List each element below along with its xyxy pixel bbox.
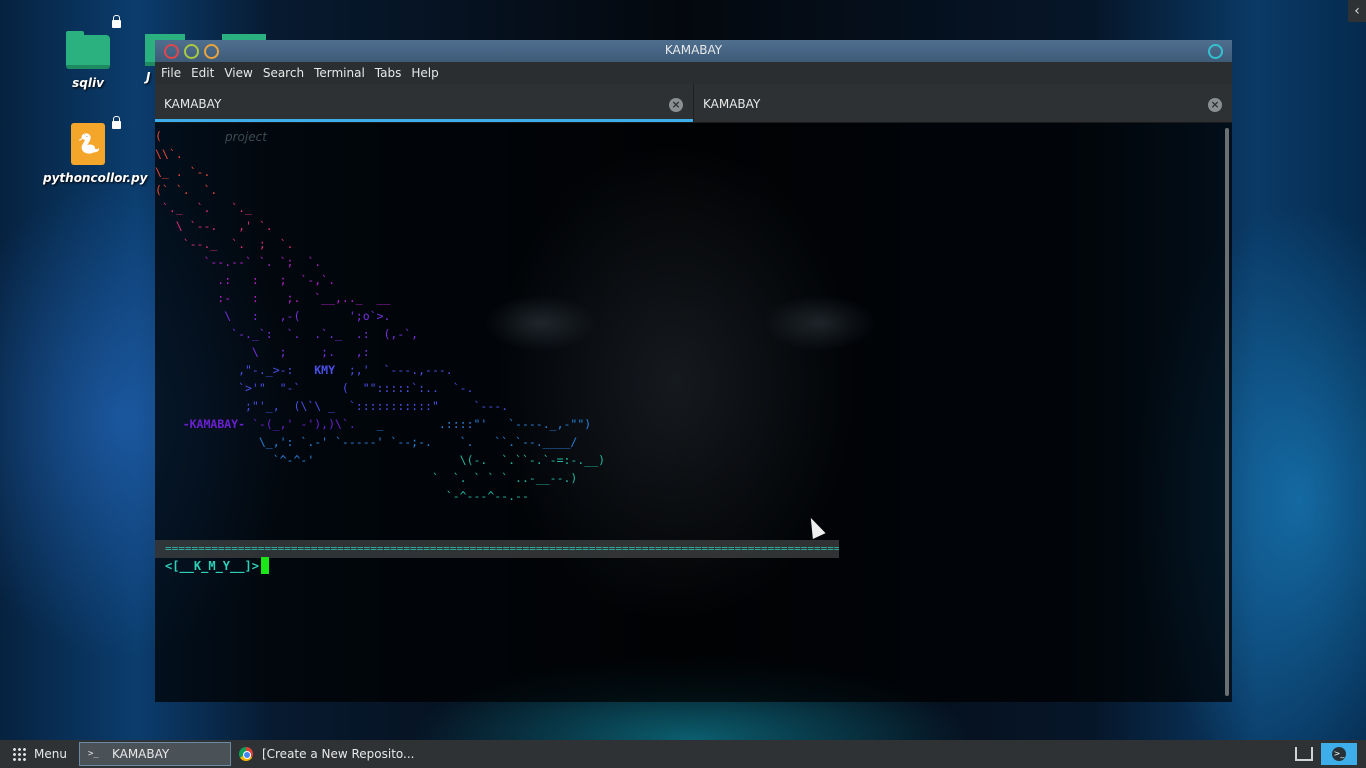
menu-view[interactable]: View bbox=[224, 66, 252, 80]
desktop-icon-pythoncollor[interactable]: pythoncollor.py bbox=[43, 116, 148, 185]
network-icon[interactable] bbox=[1295, 747, 1313, 761]
tab-label: KAMABAY bbox=[164, 97, 222, 111]
terminal-tray-icon: >_ bbox=[1332, 747, 1346, 761]
menu-tabs[interactable]: Tabs bbox=[375, 66, 402, 80]
folder-icon bbox=[66, 31, 110, 69]
tab-bar: KAMABAY × KAMABAY × bbox=[155, 84, 1232, 123]
title-bar[interactable]: KAMABAY bbox=[155, 40, 1232, 62]
shell-prompt[interactable]: <[__K_M_Y__]> bbox=[165, 557, 269, 575]
chevron-left-icon[interactable]: ‹ bbox=[1348, 0, 1366, 22]
tab-kamabay-1[interactable]: KAMABAY × bbox=[155, 84, 693, 122]
ascii-art: ( \\`. \_ . `-. (` `. `. `._ `. `._ \ `-… bbox=[155, 129, 606, 503]
taskbar-item-browser[interactable]: [Create a New Reposito... bbox=[231, 742, 423, 766]
art-label-kmy: KMY bbox=[314, 363, 336, 377]
text-cursor bbox=[260, 557, 269, 574]
menu-terminal[interactable]: Terminal bbox=[314, 66, 365, 80]
lock-icon bbox=[112, 116, 121, 129]
terminal-icon: >_ bbox=[87, 748, 99, 759]
close-icon[interactable]: × bbox=[669, 98, 683, 112]
start-menu-button[interactable]: Menu bbox=[0, 740, 79, 768]
art-label-kamabay: -KAMABAY- bbox=[182, 417, 246, 431]
python-file-icon bbox=[71, 123, 105, 165]
sticky-button[interactable] bbox=[1208, 44, 1223, 59]
taskbar: Menu >_ KAMABAY [Create a New Reposito..… bbox=[0, 740, 1366, 768]
desktop-icon-label: J bbox=[146, 70, 151, 84]
desktop-icon-label: sqliv bbox=[72, 76, 104, 90]
separator-rule: ========================================… bbox=[155, 540, 839, 558]
menu-file[interactable]: File bbox=[161, 66, 181, 80]
system-tray: >_ bbox=[1295, 740, 1366, 768]
menu-bar: File Edit View Search Terminal Tabs Help bbox=[155, 62, 1232, 84]
close-icon[interactable]: × bbox=[1208, 98, 1222, 112]
grid-menu-icon bbox=[12, 747, 26, 761]
lock-icon bbox=[112, 15, 121, 28]
task-label: KAMABAY bbox=[111, 747, 170, 761]
menu-help[interactable]: Help bbox=[411, 66, 438, 80]
menu-edit[interactable]: Edit bbox=[191, 66, 214, 80]
window-title: KAMABAY bbox=[664, 43, 723, 57]
task-label: [Create a New Reposito... bbox=[261, 747, 415, 761]
terminal-window: KAMABAY File Edit View Search Terminal T… bbox=[155, 40, 1232, 702]
menu-label: Menu bbox=[34, 747, 67, 761]
menu-search[interactable]: Search bbox=[263, 66, 304, 80]
tab-label: KAMABAY bbox=[703, 97, 761, 111]
desktop-icon-label: pythoncollor.py bbox=[43, 171, 148, 185]
terminal-output[interactable]: project ( \\`. \_ . `-. (` `. `. `._ `. … bbox=[155, 123, 1222, 702]
prompt-text: <[__K_M_Y__]> bbox=[165, 559, 259, 573]
scrollbar[interactable] bbox=[1225, 128, 1229, 696]
chrome-icon bbox=[238, 747, 253, 761]
desktop-icon-sqliv[interactable]: sqliv bbox=[43, 15, 133, 90]
terminal-tray-button[interactable]: >_ bbox=[1321, 743, 1357, 765]
tab-kamabay-2[interactable]: KAMABAY × bbox=[693, 84, 1232, 122]
taskbar-item-kamabay[interactable]: >_ KAMABAY bbox=[78, 742, 231, 766]
